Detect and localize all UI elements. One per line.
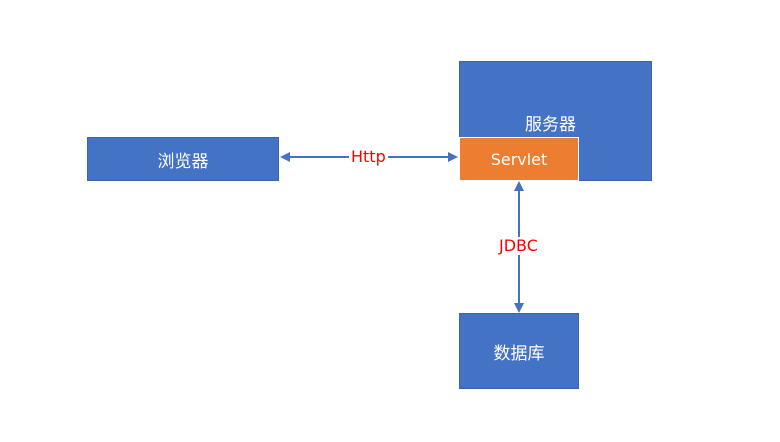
connector-layer (280, 152, 524, 313)
servlet-node: Servlet (459, 137, 579, 181)
database-node: 数据库 (459, 313, 579, 389)
browser-node: 浏览器 (87, 137, 279, 181)
server-label: 服务器 (525, 115, 576, 135)
jdbc-edge-label: JDBC (497, 236, 540, 255)
browser-label: 浏览器 (157, 151, 209, 172)
database-label: 数据库 (493, 343, 545, 364)
servlet-label: Servlet (490, 149, 548, 169)
http-edge-label: Http (349, 147, 388, 166)
